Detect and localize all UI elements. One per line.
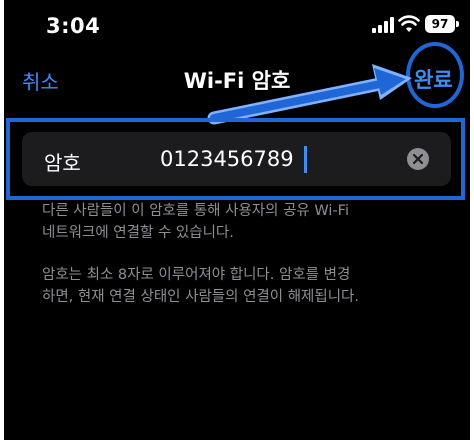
password-rules-line-2: 하면, 현재 연결 상태인 사람들의 연결이 해제됩니다. — [42, 289, 360, 305]
password-rules-line-1: 암호는 최소 8자로 이루어져야 합니다. 암호를 변경 — [42, 267, 351, 283]
status-time: 3:04 — [46, 14, 101, 38]
battery-indicator: 97 — [425, 15, 455, 33]
battery-tip — [456, 21, 459, 27]
page-title: Wi-Fi 암호 — [183, 69, 291, 93]
password-rules-footnote: 암호는 최소 8자로 이루어져야 합니다. 암호를 변경 하면, 현재 연결 상… — [42, 264, 442, 308]
password-field: 암호 — [22, 132, 451, 186]
done-button-highlight-circle — [406, 42, 464, 108]
password-input[interactable] — [160, 140, 390, 178]
phone-screen: 3:04 97 취소 Wi-Fi 암호 완료 암호 0123456789 다른 … — [4, 0, 470, 440]
sharing-footnote: 다른 사람들이 이 암호를 통해 사용자의 공유 Wi-Fi 네트워크에 연결할… — [42, 200, 442, 244]
sharing-footnote-line-2: 네트워크에 연결할 수 있습니다. — [42, 225, 234, 241]
cancel-button[interactable]: 취소 — [22, 66, 59, 95]
password-label: 암호 — [44, 151, 81, 175]
sharing-footnote-line-1: 다른 사람들이 이 암호를 통해 사용자의 공유 Wi-Fi — [42, 203, 349, 219]
signal-bars-icon — [372, 17, 394, 33]
wifi-icon — [398, 15, 420, 32]
text-cursor — [304, 146, 307, 173]
clear-icon[interactable] — [407, 148, 429, 170]
